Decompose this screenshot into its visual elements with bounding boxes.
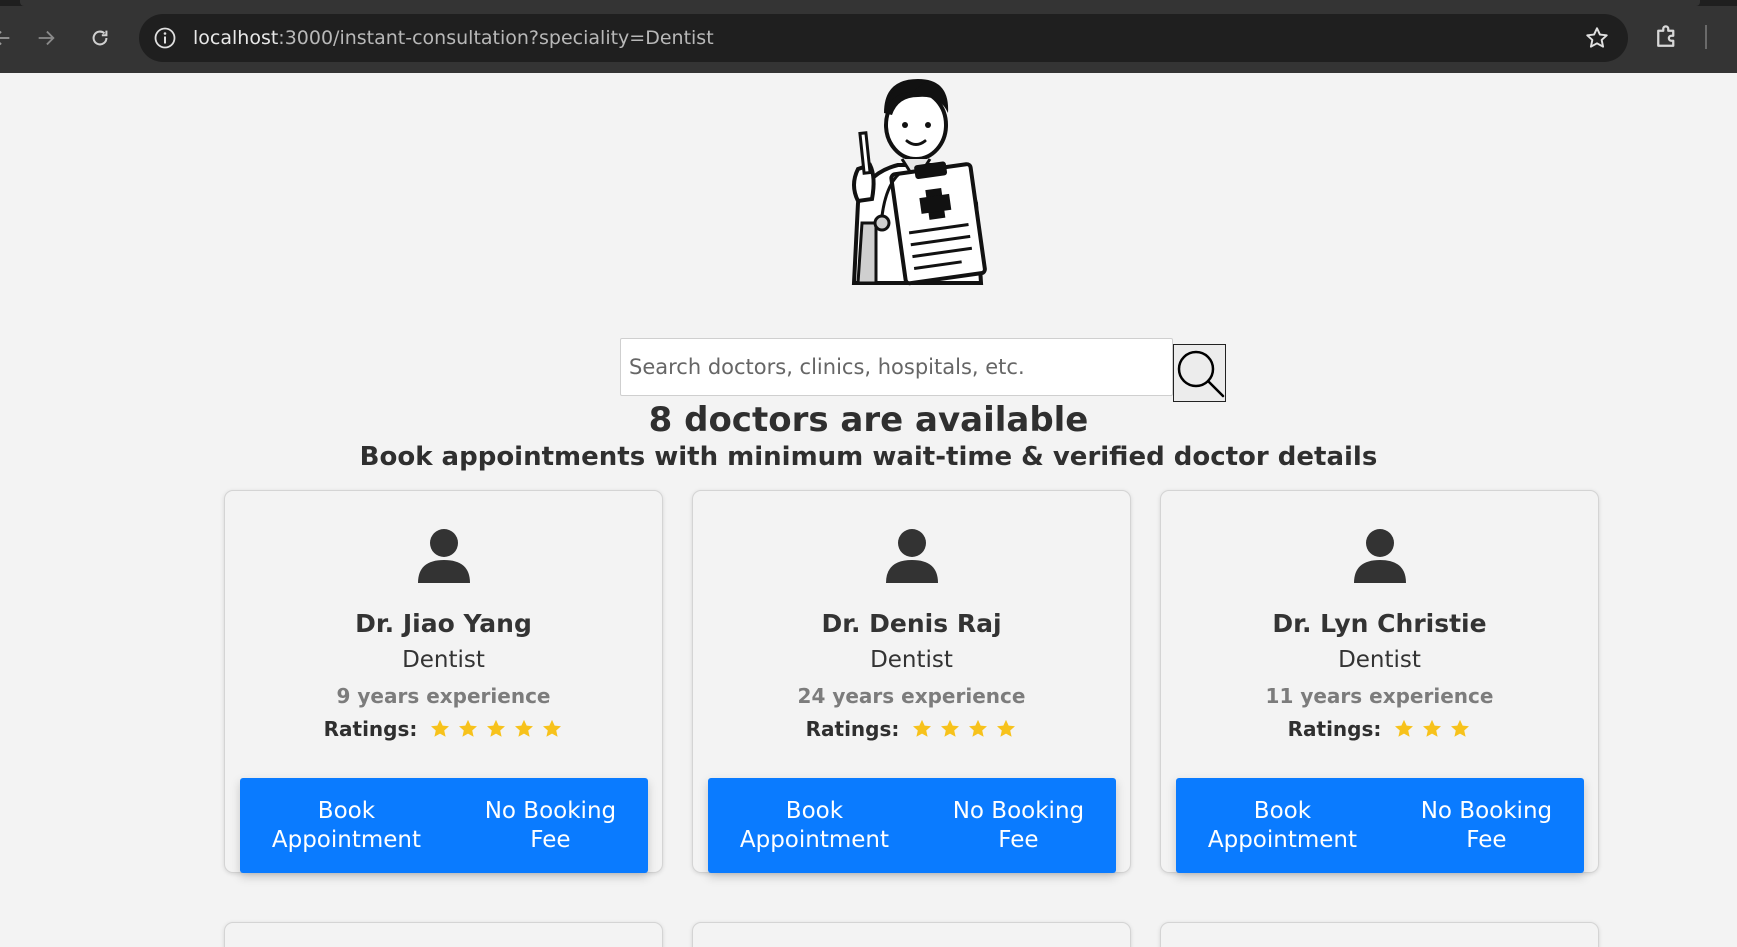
user-icon [885,529,938,583]
book-appointment-button[interactable]: Book Appointment No Booking Fee [240,778,648,873]
url-text[interactable]: localhost:3000/instant-consultation?spec… [193,27,714,49]
bookmark-star-icon[interactable] [1584,25,1610,51]
user-icon [417,529,470,583]
rating-star-icon [997,719,1016,737]
doctor-speciality: Dentist [402,647,485,673]
rating-star-icon [969,719,988,737]
rating-star-icon [515,719,534,737]
ratings-label: Ratings: [1287,717,1382,741]
doctor-card [224,922,663,947]
doctor-card: Dr. Lyn Christie Dentist 11 years experi… [1160,490,1599,873]
rating-star-icon [431,719,450,737]
info-icon[interactable] [153,26,177,50]
user-icon [1353,529,1406,583]
extensions-icon[interactable] [1652,22,1682,52]
back-icon[interactable] [0,22,18,54]
book-label: Book Appointment [1207,797,1357,853]
rating-star-icon [487,719,506,737]
doctor-card [1160,922,1599,947]
doctor-experience: 9 years experience [336,684,551,708]
rating-stars [911,718,1017,740]
book-label: Book Appointment [739,797,889,853]
doctor-card [692,922,1131,947]
doctor-name: Dr. Jiao Yang [355,609,532,638]
active-tab-edge [20,0,1700,6]
doctor-name: Dr. Denis Raj [821,609,1002,638]
doctor-experience: 24 years experience [797,684,1026,708]
doctor-ratings: Ratings: [693,717,1130,741]
toolbar-divider [1705,25,1707,49]
doctor-ratings: Ratings: [1161,717,1598,741]
ratings-label: Ratings: [323,717,418,741]
rating-star-icon [913,719,932,737]
no-booking-fee-label: No Booking Fee [484,797,617,853]
tab-strip [0,0,1737,6]
rating-star-icon [941,719,960,737]
browser-toolbar: localhost:3000/instant-consultation?spec… [0,0,1737,73]
search-input[interactable] [620,338,1173,396]
book-appointment-button[interactable]: Book Appointment No Booking Fee [708,778,1116,873]
url-path: :3000/instant-consultation?speciality=De… [278,27,714,49]
search-icon [1177,350,1224,398]
doctor-speciality: Dentist [870,647,953,673]
book-appointment-button[interactable]: Book Appointment No Booking Fee [1176,778,1584,873]
doctor-ratings: Ratings: [225,717,662,741]
address-bar[interactable]: localhost:3000/instant-consultation?spec… [139,14,1628,62]
no-booking-fee-label: No Booking Fee [1420,797,1553,853]
doctor-count-heading: 8 doctors are available [648,400,1089,440]
doctor-card: Dr. Denis Raj Dentist 24 years experienc… [692,490,1131,873]
search-button[interactable] [1173,344,1226,402]
rating-star-icon [459,719,478,737]
book-label: Book Appointment [271,797,421,853]
doctor-name: Dr. Lyn Christie [1272,609,1487,638]
rating-star-icon [1423,719,1442,737]
forward-icon[interactable] [30,22,62,54]
rating-star-icon [1451,719,1470,737]
rating-stars [1393,718,1471,740]
subtitle-heading: Book appointments with minimum wait-time… [359,442,1378,472]
doctor-experience: 11 years experience [1265,684,1494,708]
doctor-illustration [851,79,987,286]
doctor-card: Dr. Jiao Yang Dentist 9 years experience… [224,490,663,873]
url-host: localhost [193,27,279,49]
no-booking-fee-label: No Booking Fee [952,797,1085,853]
rating-star-icon [1395,719,1414,737]
reload-icon[interactable] [84,22,116,54]
ratings-label: Ratings: [805,717,900,741]
rating-star-icon [543,719,562,737]
rating-stars [429,718,563,740]
doctor-speciality: Dentist [1338,647,1421,673]
search-bar [620,338,1226,402]
